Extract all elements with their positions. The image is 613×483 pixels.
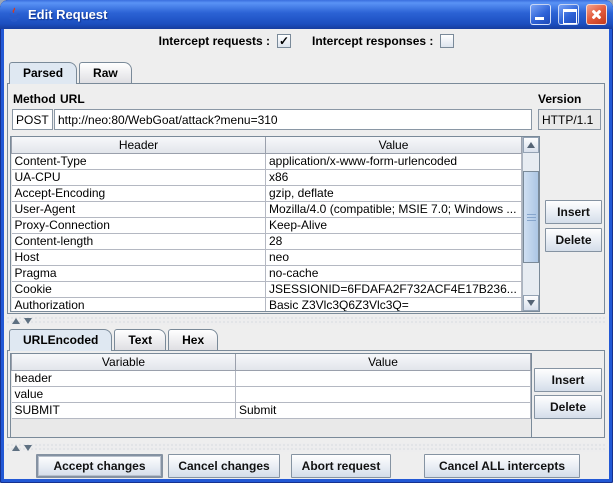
value-cell[interactable]: application/x-www-form-urlencoded — [266, 153, 522, 169]
value-cell[interactable]: no-cache — [266, 265, 522, 281]
scrollbar-thumb[interactable] — [523, 171, 539, 263]
body-tabs: URLEncoded Text Hex — [7, 329, 605, 350]
header-cell[interactable]: Authorization — [12, 297, 266, 312]
table-row: Content-length28 — [12, 233, 522, 249]
intercept-requests-checkbox[interactable]: ✓ — [277, 34, 291, 48]
tab-parsed[interactable]: Parsed — [9, 62, 77, 84]
value-cell[interactable]: Basic Z3Vlc3Q6Z3Vlc3Q= — [266, 297, 522, 312]
tab-hex[interactable]: Hex — [168, 329, 218, 350]
value-column-header[interactable]: Value — [266, 137, 522, 153]
edit-request-window: Edit Request Intercept requests : ✓ Inte… — [0, 0, 613, 483]
urlencoded-pane: Variable Value header value SUBMITSubmit… — [7, 350, 605, 438]
scroll-up-icon[interactable] — [523, 137, 539, 153]
intercept-responses-label: Intercept responses : — [312, 34, 433, 48]
dialog-content: Intercept requests : ✓ Intercept respons… — [4, 29, 609, 479]
url-label: URL — [60, 92, 85, 106]
body-tabpane: URLEncoded Text Hex Variable Value heade… — [7, 329, 605, 438]
value-cell[interactable] — [236, 370, 531, 386]
value-cell[interactable]: Mozilla/4.0 (compatible; MSIE 7.0; Windo… — [266, 201, 522, 217]
header-cell[interactable]: Content-Type — [12, 153, 266, 169]
table-row: Accept-Encodinggzip, deflate — [12, 185, 522, 201]
headers-table: Header Value Content-Typeapplication/x-w… — [11, 137, 522, 312]
header-cell[interactable]: Cookie — [12, 281, 266, 297]
value-cell[interactable]: Keep-Alive — [266, 217, 522, 233]
request-tabs: Parsed Raw — [7, 62, 605, 83]
variable-cell[interactable]: header — [12, 370, 236, 386]
value-cell[interactable]: neo — [266, 249, 522, 265]
collapse-down-icon[interactable] — [24, 318, 32, 324]
params-table-header-row: Variable Value — [12, 354, 531, 370]
headers-vertical-scrollbar[interactable] — [522, 137, 539, 311]
cancel-all-intercepts-button[interactable]: Cancel ALL intercepts — [424, 454, 580, 478]
request-tabpane: Parsed Raw Method URL Version Header Val… — [7, 62, 605, 314]
window-title: Edit Request — [28, 7, 523, 22]
header-cell[interactable]: User-Agent — [12, 201, 266, 217]
tab-urlencoded[interactable]: URLEncoded — [9, 329, 112, 351]
table-row: Hostneo — [12, 249, 522, 265]
parsed-pane: Method URL Version Header Value Content-… — [7, 83, 605, 314]
split-divider-bottom[interactable] — [6, 443, 607, 452]
table-row: Proxy-ConnectionKeep-Alive — [12, 217, 522, 233]
intercept-requests-label: Intercept requests : — [159, 34, 270, 48]
title-bar[interactable]: Edit Request — [0, 0, 613, 29]
table-row: AuthorizationBasic Z3Vlc3Q6Z3Vlc3Q= — [12, 297, 522, 312]
table-row: value — [12, 386, 531, 402]
split-divider-top[interactable] — [6, 316, 607, 325]
java-app-icon — [6, 7, 22, 23]
table-row: Pragmano-cache — [12, 265, 522, 281]
scroll-down-icon[interactable] — [523, 295, 539, 311]
method-label: Method — [13, 92, 56, 106]
value-cell[interactable]: Submit — [236, 402, 531, 418]
cancel-changes-button[interactable]: Cancel changes — [168, 454, 280, 478]
header-cell[interactable]: Content-length — [12, 233, 266, 249]
variable-cell[interactable]: SUBMIT — [12, 402, 236, 418]
table-row: SUBMITSubmit — [12, 402, 531, 418]
method-field[interactable] — [12, 109, 53, 130]
collapse-up-icon[interactable] — [12, 318, 20, 324]
params-scrollpane: Variable Value header value SUBMITSubmit — [10, 353, 532, 438]
accept-changes-button[interactable]: Accept changes — [36, 454, 163, 478]
tab-raw[interactable]: Raw — [79, 62, 132, 83]
headers-delete-button[interactable]: Delete — [545, 228, 602, 252]
minimize-button[interactable] — [530, 4, 551, 25]
header-cell[interactable]: Accept-Encoding — [12, 185, 266, 201]
collapse-up-icon[interactable] — [12, 445, 20, 451]
intercept-options-row: Intercept requests : ✓ Intercept respons… — [4, 34, 609, 48]
header-cell[interactable]: Host — [12, 249, 266, 265]
value-cell[interactable]: JSESSIONID=6FDAFA2F732ACF4E17B236... — [266, 281, 522, 297]
tab-text[interactable]: Text — [114, 329, 166, 350]
table-row: CookieJSESSIONID=6FDAFA2F732ACF4E17B236.… — [12, 281, 522, 297]
variable-column-header[interactable]: Variable — [12, 354, 236, 370]
value-column-header[interactable]: Value — [236, 354, 531, 370]
url-field[interactable] — [54, 109, 532, 130]
value-cell[interactable] — [236, 386, 531, 402]
value-cell[interactable]: 28 — [266, 233, 522, 249]
headers-scrollpane: Header Value Content-Typeapplication/x-w… — [10, 136, 540, 312]
abort-request-button[interactable]: Abort request — [291, 454, 391, 478]
version-field[interactable] — [538, 109, 601, 130]
params-insert-button[interactable]: Insert — [534, 368, 602, 392]
value-cell[interactable]: x86 — [266, 169, 522, 185]
header-cell[interactable]: Proxy-Connection — [12, 217, 266, 233]
table-row: header — [12, 370, 531, 386]
headers-table-header-row: Header Value — [12, 137, 522, 153]
intercept-responses-checkbox[interactable] — [440, 34, 454, 48]
header-cell[interactable]: UA-CPU — [12, 169, 266, 185]
params-delete-button[interactable]: Delete — [534, 395, 602, 419]
headers-insert-button[interactable]: Insert — [545, 200, 602, 224]
table-row: User-AgentMozilla/4.0 (compatible; MSIE … — [12, 201, 522, 217]
params-table: Variable Value header value SUBMITSubmit — [11, 354, 531, 419]
close-button[interactable] — [586, 4, 607, 25]
collapse-down-icon[interactable] — [24, 445, 32, 451]
value-cell[interactable]: gzip, deflate — [266, 185, 522, 201]
table-row: Content-Typeapplication/x-www-form-urlen… — [12, 153, 522, 169]
table-row: UA-CPUx86 — [12, 169, 522, 185]
version-label: Version — [538, 92, 581, 106]
header-cell[interactable]: Pragma — [12, 265, 266, 281]
maximize-button[interactable] — [558, 4, 579, 25]
variable-cell[interactable]: value — [12, 386, 236, 402]
header-column-header[interactable]: Header — [12, 137, 266, 153]
